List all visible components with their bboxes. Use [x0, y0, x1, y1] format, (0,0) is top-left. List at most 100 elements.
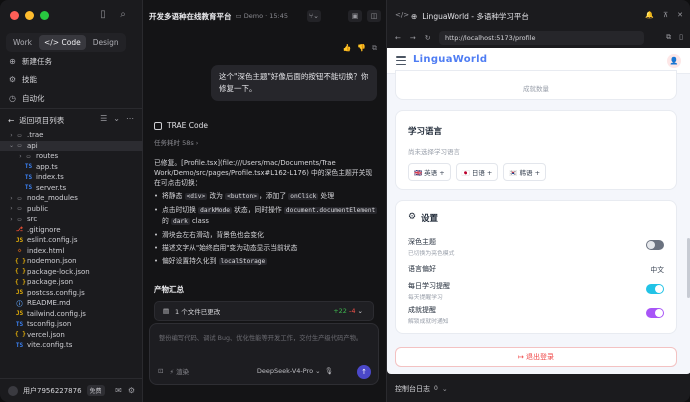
achievement-reminder-toggle[interactable]	[646, 308, 664, 318]
tree-file[interactable]: JS tailwind.config.js	[0, 309, 143, 320]
chevron-right-icon: ›	[10, 131, 13, 139]
url-input[interactable]: http://localhost:5173/profile	[439, 31, 644, 45]
hamburger-menu-icon[interactable]	[396, 56, 406, 65]
tree-file[interactable]: TS index.ts	[0, 172, 143, 183]
folder-icon: ▭	[17, 205, 22, 213]
tree-folder[interactable]: ⌄ ▭ api	[0, 140, 143, 151]
file-diff-icon: ▤	[163, 307, 170, 315]
tree-file[interactable]: TS app.ts	[0, 162, 143, 173]
chevron-down-icon: ⌄	[441, 384, 448, 393]
js-file-icon: JS	[15, 289, 24, 297]
plus-icon: ⊕	[9, 57, 16, 66]
branch-button[interactable]: ⑂⌄	[307, 10, 321, 22]
avatar[interactable]	[8, 385, 18, 396]
language-select[interactable]: 中文	[650, 264, 664, 274]
tree-folder[interactable]: › ▭ .trae	[0, 130, 143, 141]
gift-icon[interactable]: ✉	[115, 386, 122, 395]
tree-file[interactable]: JS postcss.config.js	[0, 288, 143, 299]
device-icon[interactable]: ▯	[679, 33, 683, 42]
tree-item-label: index.ts	[36, 173, 64, 182]
ai-header: TRAE Code	[154, 121, 208, 130]
languages-card: 学习语言 尚未选择学习语言 🇬🇧 英语 + 🇯🇵 日语 + 🇰🇷 韩语 +	[395, 110, 677, 190]
tree-file[interactable]: ⎇ .gitignore	[0, 225, 143, 236]
back-icon[interactable]: ←	[395, 34, 401, 42]
sidebar-item-skills[interactable]: ⚙ 技能	[8, 74, 37, 85]
ai-bullets: 将静态 <div> 改为 <button>，添加了 onClick 处理 点击时…	[154, 191, 378, 267]
tree-folder[interactable]: › ▭ public	[0, 204, 143, 215]
tree-folder[interactable]: › ▭ node_modules	[0, 193, 143, 204]
tree-item-label: node_modules	[27, 194, 78, 203]
chat-crumb: ▭ Demo · 15:45	[235, 12, 288, 20]
thumbs-up-icon[interactable]: 👍	[343, 44, 352, 53]
bell-icon[interactable]: 🔔	[645, 11, 654, 19]
copy-icon[interactable]: ⧉	[372, 44, 377, 53]
list-item: 描述文字从"始终启用"变为动态显示当前状态	[154, 243, 378, 253]
chip-english[interactable]: 🇬🇧 英语 +	[408, 163, 451, 181]
files-changed-card[interactable]: ▤ 1 个文件已更改 +22 -4 ⌄	[154, 301, 374, 321]
chip-japanese[interactable]: 🇯🇵 日语 +	[455, 163, 499, 181]
close-icon[interactable]: ✕	[677, 11, 683, 19]
model-selector[interactable]: DeepSeek-V4-Pro ⌄ 🎙	[257, 367, 333, 375]
tab-design[interactable]: Design	[88, 35, 124, 50]
divider	[0, 108, 143, 109]
minimize-window-button[interactable]	[25, 11, 34, 20]
reload-icon[interactable]: ↻	[425, 34, 431, 42]
tree-file[interactable]: ⓘ README.md	[0, 298, 143, 309]
tree-file[interactable]: { } nodemon.json	[0, 256, 143, 267]
sidebar-item-automation[interactable]: ◷ 自动化	[8, 93, 45, 104]
tree-file[interactable]: { } vercel.json	[0, 330, 143, 341]
ts-file-icon: TS	[24, 184, 33, 192]
maximize-window-button[interactable]	[40, 11, 49, 20]
tree-file[interactable]: ◇ index.html	[0, 246, 143, 257]
tree-file[interactable]: TS vite.config.ts	[0, 340, 143, 351]
mode-selector[interactable]: ⚡ 渲染	[169, 366, 189, 376]
search-icon[interactable]: ⌕	[116, 8, 130, 22]
code-toggle-icon[interactable]: </>	[395, 11, 409, 19]
tree-item-label: tailwind.config.js	[27, 309, 86, 318]
pin-icon[interactable]: ⊼	[663, 11, 668, 19]
tree-file[interactable]: JS eslint.config.js	[0, 235, 143, 246]
send-button[interactable]: ↑	[357, 365, 371, 379]
tree-folder[interactable]: › ▭ src	[0, 214, 143, 225]
window-controls	[10, 11, 49, 20]
task-duration[interactable]: 任务耗时 58s ›	[154, 137, 198, 147]
chat-panel: 开发多语种在线教育平台 ▭ Demo · 15:45 ⑂⌄ ▣ ◫ 👍 👎 ⧉ …	[143, 0, 385, 402]
dark-theme-toggle[interactable]	[646, 240, 664, 250]
tree-file[interactable]: { } package-lock.json	[0, 267, 143, 278]
chat-input[interactable]: 整份编写代码、调试 Bug、优化性能等开发工作，交付生产级代码产物。 ⊡ ⚡ 渲…	[149, 323, 379, 385]
chevron-down-icon[interactable]: ⌄	[113, 114, 120, 123]
daily-reminder-toggle[interactable]	[646, 284, 664, 294]
tree-folder[interactable]: › ▭ routes	[0, 151, 143, 162]
site-logo[interactable]: LinguaWorld	[413, 54, 487, 65]
setting-language: 语言偏好 中文	[408, 264, 664, 274]
panel-icon[interactable]: ▣	[348, 10, 362, 22]
split-icon[interactable]: ◫	[367, 10, 381, 22]
settings-icon[interactable]: ⚙	[128, 386, 135, 395]
diff-counts: +22 -4 ⌄	[333, 307, 363, 315]
sidebar-toggle-icon[interactable]: ▯	[96, 8, 110, 22]
tree-file[interactable]: TS tsconfig.json	[0, 319, 143, 330]
close-window-button[interactable]	[10, 11, 19, 20]
ts-file-icon: TS	[24, 173, 33, 181]
sidebar-item-new-task[interactable]: ⊕ 新建任务	[8, 56, 52, 67]
tree-file[interactable]: { } package.json	[0, 277, 143, 288]
user-avatar[interactable]: 👤	[667, 54, 681, 68]
thumbs-down-icon[interactable]: 👎	[357, 44, 366, 53]
tab-code[interactable]: </> Code	[39, 35, 86, 50]
more-icon[interactable]: ⋯	[126, 114, 134, 123]
logout-button[interactable]: ↦ 退出登录	[395, 347, 677, 367]
external-link-icon[interactable]: ⧉	[666, 33, 671, 42]
tree-item-label: vite.config.ts	[27, 341, 73, 350]
logout-icon: ↦	[517, 353, 524, 361]
attach-icon[interactable]: ⊡	[158, 367, 163, 375]
tab-work[interactable]: Work	[8, 35, 37, 50]
tree-file[interactable]: TS server.ts	[0, 183, 143, 194]
console-bar[interactable]: 控制台日志 0 ⌄	[387, 375, 690, 402]
forward-icon[interactable]: →	[410, 34, 416, 42]
back-to-projects[interactable]: ← 返回项目列表	[8, 115, 64, 126]
preview-tab-tools: 🔔 ⊼ ✕	[645, 11, 683, 19]
list-icon[interactable]: ☰	[100, 114, 107, 123]
app-window: ▯ ⌕ Work </> Code Design ⊕ 新建任务 ⚙ 技能 ◷ 自…	[0, 0, 690, 402]
message-actions: 👍 👎 ⧉	[343, 44, 377, 53]
chip-korean[interactable]: 🇰🇷 韩语 +	[503, 163, 547, 181]
